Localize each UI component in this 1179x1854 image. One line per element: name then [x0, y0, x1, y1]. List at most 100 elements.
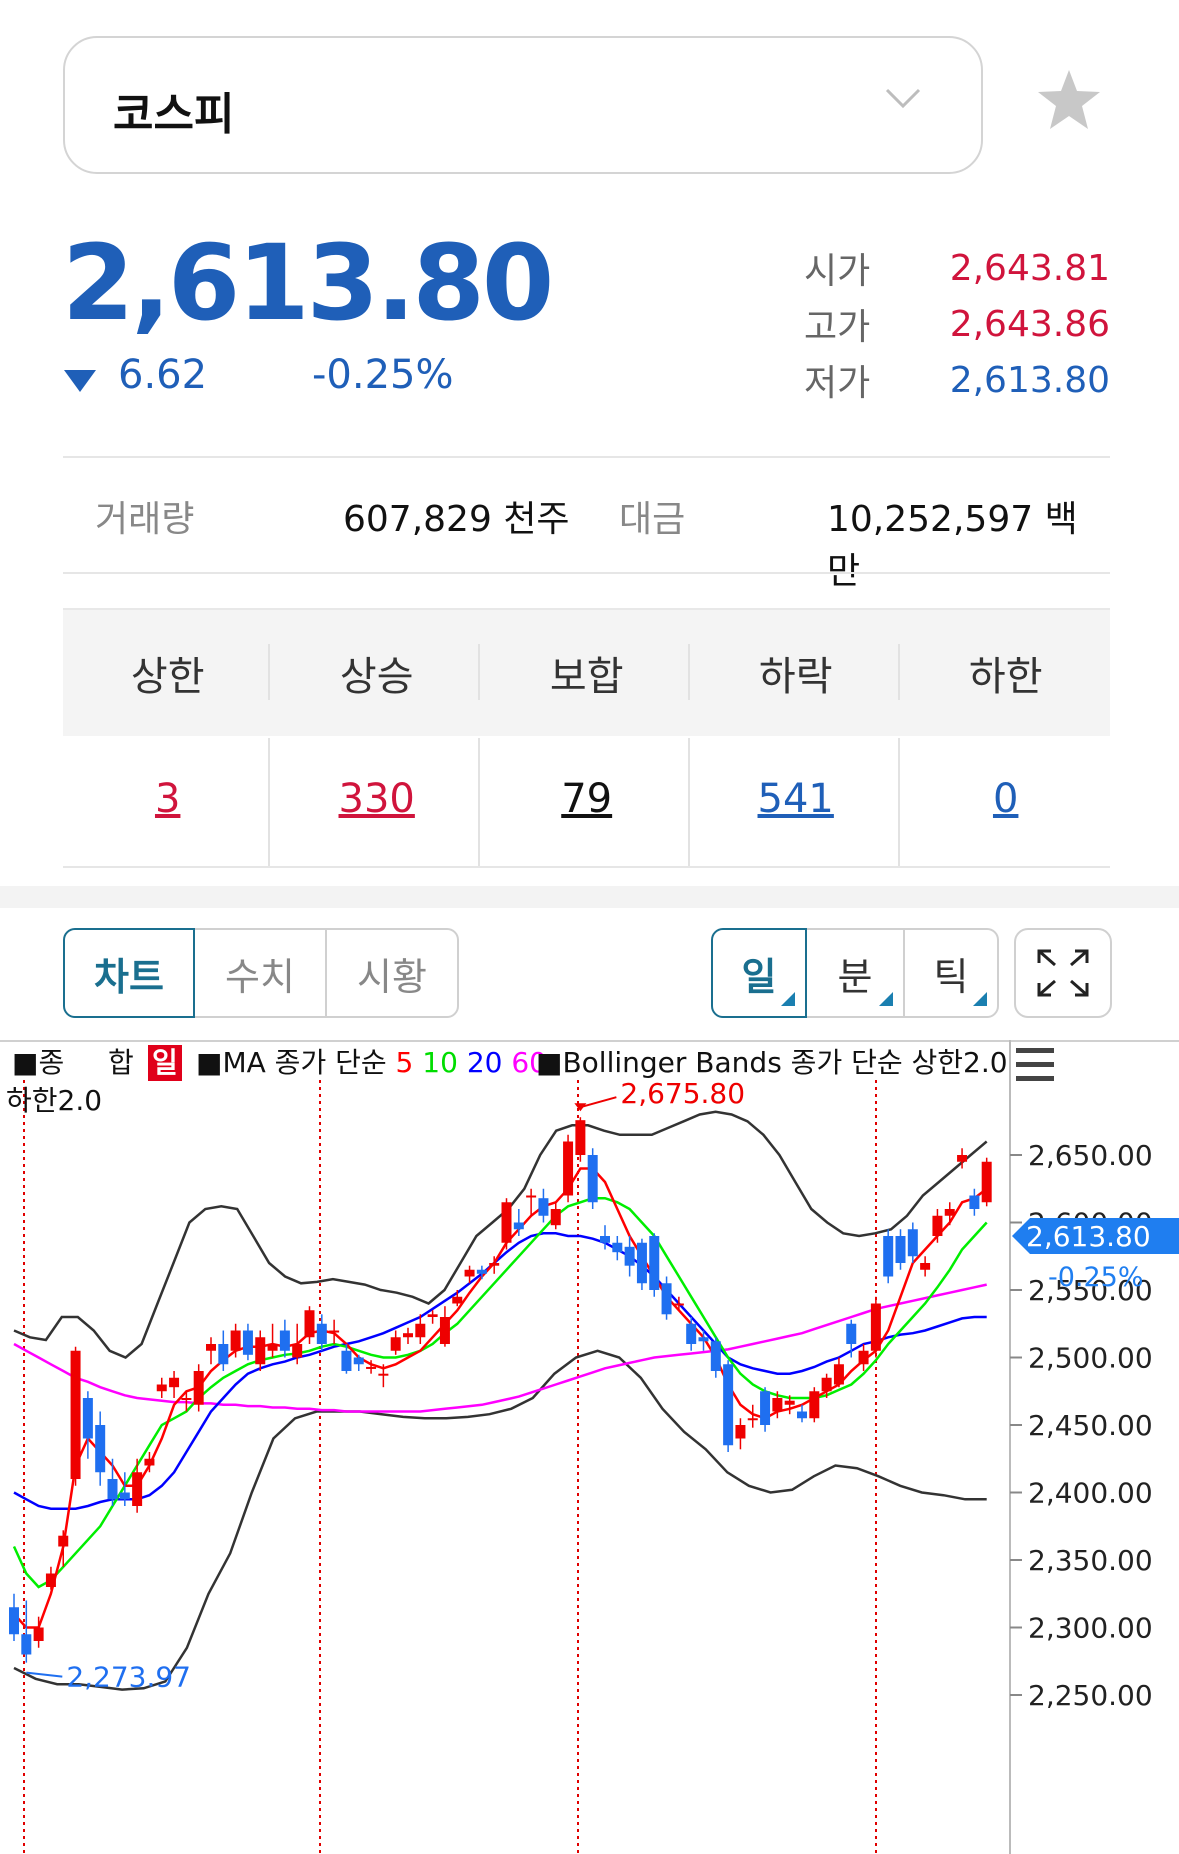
y-tick-label: 2,500.00 — [1028, 1342, 1153, 1375]
candle-body — [415, 1323, 426, 1338]
dropdown-corner-icon — [879, 992, 893, 1006]
candle-body — [698, 1337, 709, 1342]
tab-daily[interactable]: 일 — [711, 928, 807, 1018]
y-tick-label: 2,250.00 — [1028, 1679, 1153, 1712]
tab-chart[interactable]: 차트 — [63, 928, 195, 1018]
last-price-tag: 2,613.80 — [1026, 1220, 1151, 1253]
candle-body — [119, 1492, 130, 1500]
candle-body — [797, 1411, 807, 1419]
tab-minute-label: 분 — [837, 954, 873, 999]
breadth-header-lower-limit: 하한 — [968, 654, 1043, 700]
candle-body — [242, 1330, 253, 1355]
svg-text:■종: ■종 — [12, 1046, 64, 1079]
volume-label: 거래량 — [95, 499, 195, 540]
candle-body — [550, 1209, 561, 1226]
candle-body — [427, 1314, 438, 1317]
candle-body — [181, 1398, 192, 1400]
breadth-value-lower-limit[interactable]: 0 — [901, 776, 1110, 822]
candle-body — [316, 1323, 327, 1344]
candle-body — [772, 1398, 783, 1412]
star-icon[interactable] — [1036, 68, 1102, 136]
candle-body — [193, 1371, 204, 1405]
candle-body — [981, 1161, 992, 1203]
candle-body — [33, 1627, 44, 1641]
candle-body — [390, 1337, 401, 1351]
candle-body — [439, 1317, 450, 1344]
candle-body — [70, 1350, 81, 1479]
candle-body — [341, 1350, 352, 1371]
breadth-value-fall[interactable]: 541 — [691, 776, 900, 822]
candle-body — [636, 1242, 647, 1284]
candle-body — [575, 1120, 586, 1155]
price-chart[interactable]: 2,650.002,600.002,550.002,500.002,450.00… — [0, 1040, 1179, 1854]
open-value: 2,643.81 — [949, 247, 1110, 289]
candle-body — [144, 1458, 155, 1466]
chart-svg: 2,650.002,600.002,550.002,500.002,450.00… — [0, 1040, 1179, 1854]
period-tabs: 일 분 틱 — [711, 928, 999, 1018]
legend-marker: ■ — [12, 1046, 38, 1079]
candle-body — [45, 1573, 56, 1587]
ma-5-label: 5 — [396, 1046, 414, 1079]
menu-icon[interactable] — [1016, 1048, 1054, 1081]
fullscreen-button[interactable] — [1014, 928, 1112, 1018]
breadth-header-upper-limit: 상한 — [130, 654, 205, 700]
candle-body — [624, 1246, 635, 1266]
candle-body — [809, 1391, 820, 1419]
candle-body — [156, 1384, 167, 1392]
candle-body — [587, 1155, 598, 1203]
chevron-down-icon — [883, 86, 923, 114]
candle-body — [476, 1269, 487, 1274]
breadth-value-rise[interactable]: 330 — [272, 776, 481, 822]
candle-body — [255, 1337, 266, 1365]
open-label: 시가 — [804, 251, 871, 292]
candle-body — [538, 1198, 549, 1216]
index-selector[interactable]: 코스피 — [63, 36, 983, 174]
candle-body — [895, 1236, 906, 1263]
candle-body — [279, 1330, 290, 1351]
expand-icon — [1037, 949, 1089, 997]
candle-body — [526, 1195, 537, 1198]
breadth-value-unchanged[interactable]: 79 — [482, 776, 691, 822]
low-label: 저가 — [804, 363, 871, 404]
divider — [63, 456, 1110, 458]
candle-body — [513, 1222, 524, 1230]
breadth-value-upper-limit[interactable]: 3 — [63, 776, 272, 822]
candle-body — [723, 1364, 734, 1446]
candle-body — [920, 1263, 931, 1270]
candle-body — [378, 1373, 389, 1376]
candle-body — [957, 1155, 968, 1162]
open-row: 시가 2,643.81 — [804, 240, 1110, 296]
candle-body — [58, 1535, 69, 1547]
bb-legend: ■Bollinger Bands 종가 단순 상한2.0 — [536, 1046, 1008, 1079]
high-marker-label: 2,675.80 — [620, 1077, 745, 1110]
tab-numbers[interactable]: 수치 — [193, 928, 327, 1018]
candle-body — [686, 1323, 697, 1344]
tab-minute[interactable]: 분 — [805, 928, 905, 1018]
tab-market-commentary[interactable]: 시황 — [325, 928, 459, 1018]
market-breadth-table: 상한 상승 보합 하락 하한 3 330 79 541 0 — [63, 608, 1110, 870]
bb-lower-label: 하한2.0 — [6, 1084, 102, 1117]
legend-marker: ■ — [536, 1046, 562, 1079]
dropdown-corner-icon — [781, 992, 795, 1006]
candle-body — [452, 1296, 463, 1304]
candle-body — [612, 1242, 623, 1253]
candle-body — [292, 1344, 303, 1358]
breadth-header-unchanged: 보합 — [549, 654, 624, 700]
tab-daily-label: 일 — [741, 954, 777, 999]
legend-label-2: 합 — [108, 1046, 134, 1079]
candle-body — [649, 1236, 660, 1290]
divider — [63, 866, 1110, 868]
candle-body — [169, 1377, 180, 1388]
candle-body — [735, 1425, 746, 1439]
candle-body — [710, 1341, 721, 1371]
candle-body — [907, 1229, 918, 1257]
candle-body — [82, 1398, 93, 1439]
tab-tick[interactable]: 틱 — [903, 928, 999, 1018]
ma-10-label: 10 — [422, 1046, 458, 1079]
candle-body — [747, 1418, 758, 1421]
candle-body — [304, 1310, 315, 1338]
candle-body — [206, 1344, 216, 1351]
y-tick-label: 2,400.00 — [1028, 1477, 1153, 1510]
volume-row: 거래량 607,829 천주 대금 10,252,597 백만 — [63, 460, 1110, 592]
candle-body — [870, 1303, 881, 1351]
